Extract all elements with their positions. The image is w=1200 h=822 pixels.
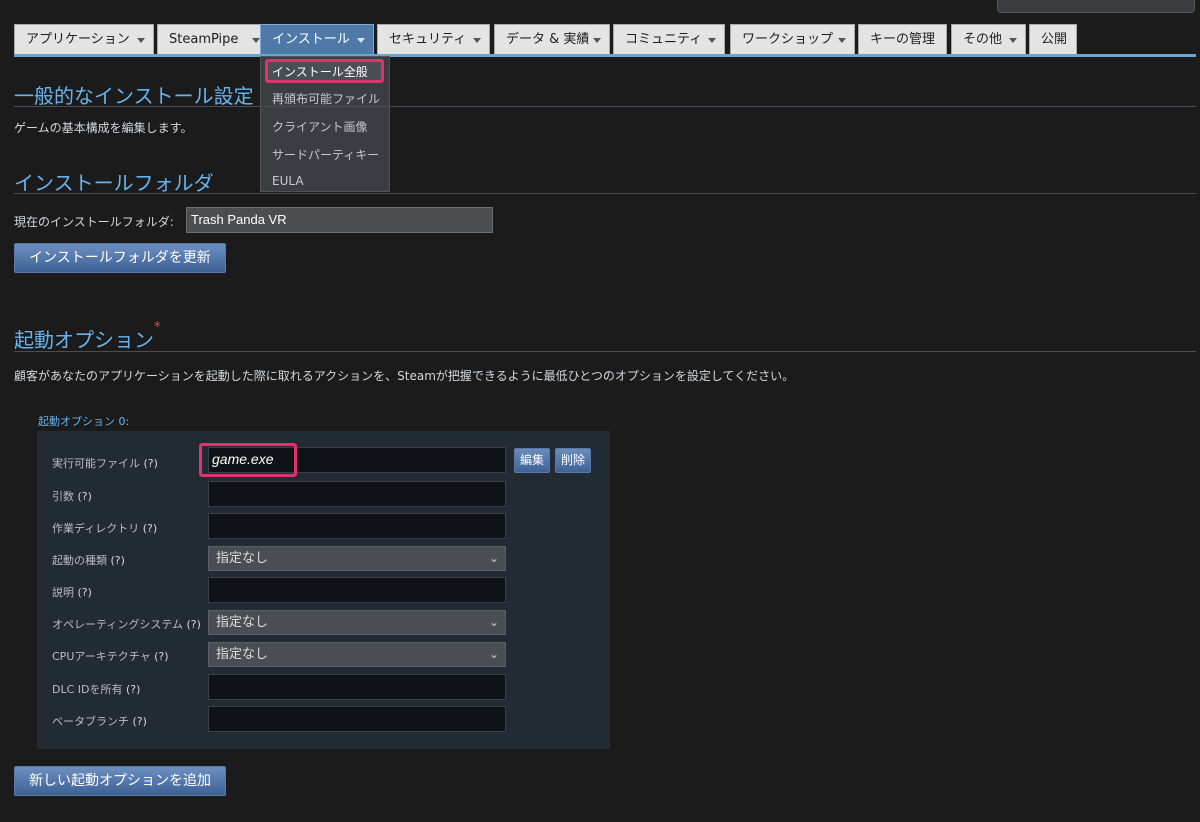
chevron-down-icon: ⌄ <box>488 615 499 629</box>
row-label-text: 引数 <box>52 490 74 503</box>
help-link[interactable]: (?) <box>111 554 125 567</box>
select-value: 指定なし <box>216 551 269 566</box>
menu-item-install-general[interactable]: インストール全般 <box>272 63 368 80</box>
tab-publish[interactable]: 公開 <box>1029 24 1077 54</box>
page-title: 一般的なインストール設定 <box>14 84 254 108</box>
select-value: 指定なし <box>216 615 269 630</box>
menu-item-client-images[interactable]: クライアント画像 <box>272 118 368 135</box>
operating-system-select[interactable]: 指定なし ⌄ <box>208 610 506 635</box>
beta-branch-input[interactable] <box>208 706 506 732</box>
tab-label: セキュリティ <box>389 32 467 47</box>
tab-label: ワークショップ <box>742 32 834 47</box>
current-folder-label: 現在のインストールフォルダ: <box>14 215 174 229</box>
arguments-label: 引数 (?) <box>52 488 92 504</box>
help-link[interactable]: (?) <box>78 490 92 503</box>
tab-steampipe[interactable]: SteamPipe <box>157 24 269 54</box>
delete-button[interactable]: 削除 <box>555 448 592 473</box>
install-folder-input[interactable]: Trash Panda VR <box>186 207 493 233</box>
launch-options-description: 顧客があなたのアプリケーションを起動した際に取れるアクションを、Steamが把握… <box>14 369 795 383</box>
caret-down-icon <box>357 38 365 43</box>
row-label-text: 実行可能ファイル <box>52 457 140 470</box>
operating-system-label: オペレーティングシステム (?) <box>52 616 201 632</box>
cpu-architecture-label: CPUアーキテクチャ (?) <box>52 648 169 664</box>
help-link[interactable]: (?) <box>144 457 158 470</box>
tab-label: コミュニティ <box>625 32 703 47</box>
caret-down-icon <box>252 38 260 43</box>
executable-highlight <box>199 443 297 477</box>
nav-underline <box>14 54 1196 57</box>
tab-label: データ & 実績 <box>506 32 590 47</box>
caret-down-icon <box>708 38 716 43</box>
tab-applications[interactable]: アプリケーション <box>14 24 154 54</box>
row-label-text: ベータブランチ <box>52 715 129 728</box>
select-value: 指定なし <box>216 647 269 662</box>
launch-type-select[interactable]: 指定なし ⌄ <box>208 546 506 571</box>
add-launch-option-button[interactable]: 新しい起動オプションを追加 <box>14 766 226 796</box>
caret-down-icon <box>593 38 601 43</box>
install-folder-heading: インストールフォルダ <box>14 171 214 195</box>
tab-label: その他 <box>963 32 1003 47</box>
menu-item-eula[interactable]: EULA <box>272 174 304 188</box>
tab-label: キーの管理 <box>870 32 936 47</box>
divider <box>14 106 1196 107</box>
row-label-text: 作業ディレクトリ <box>52 522 140 535</box>
install-dropdown-menu: インストール全般 再頒布可能ファイル クライアント画像 サードパーティキー EU… <box>260 56 390 192</box>
working-directory-input[interactable] <box>208 513 506 539</box>
chevron-down-icon: ⌄ <box>488 647 499 661</box>
caret-down-icon <box>137 38 145 43</box>
tab-key-management[interactable]: キーの管理 <box>858 24 947 54</box>
dlc-id-input[interactable] <box>208 674 506 700</box>
edit-button[interactable]: 編集 <box>514 448 551 473</box>
tab-security[interactable]: セキュリティ <box>377 24 490 54</box>
working-directory-label: 作業ディレクトリ (?) <box>52 520 157 536</box>
executable-label: 実行可能ファイル (?) <box>52 455 158 471</box>
main-nav: アプリケーション SteamPipe インストール セキュリティ データ & 実… <box>14 24 1196 54</box>
cpu-architecture-select[interactable]: 指定なし ⌄ <box>208 642 506 667</box>
launch-options-heading: 起動オプション* <box>14 320 161 353</box>
description-input[interactable] <box>208 577 506 603</box>
launch-type-label: 起動の種類 (?) <box>52 552 125 568</box>
tab-label: 公開 <box>1041 32 1068 47</box>
row-label-text: CPUアーキテクチャ <box>52 650 151 663</box>
launch-options-title: 起動オプション <box>14 328 154 352</box>
top-right-search-box[interactable] <box>997 0 1195 13</box>
launch-option-panel: 実行可能ファイル (?) game.exe 編集 削除 引数 (?) 作業ディレ… <box>37 431 610 749</box>
tab-label: アプリケーション <box>26 32 130 47</box>
menu-item-redistributables[interactable]: 再頒布可能ファイル <box>272 90 380 107</box>
menu-item-third-party-keys[interactable]: サードパーティキー <box>272 146 379 163</box>
divider <box>14 351 1196 352</box>
tab-workshop[interactable]: ワークショップ <box>730 24 855 54</box>
arguments-input[interactable] <box>208 481 506 507</box>
row-label-text: 起動の種類 <box>52 554 107 567</box>
row-label-text: 説明 <box>52 586 74 599</box>
tab-install[interactable]: インストール <box>260 24 374 54</box>
row-label-text: オペレーティングシステム <box>52 618 184 631</box>
tab-other[interactable]: その他 <box>951 24 1026 54</box>
caret-down-icon <box>1009 38 1017 43</box>
tab-label: インストール <box>272 32 350 47</box>
tab-community[interactable]: コミュニティ <box>613 24 725 54</box>
launch-option-0-label: 起動オプション 0: <box>38 415 130 428</box>
beta-branch-label: ベータブランチ (?) <box>52 713 147 729</box>
row-label-text: DLC IDを所有 <box>52 683 123 696</box>
description-label: 説明 (?) <box>52 584 92 600</box>
chevron-down-icon: ⌄ <box>488 551 499 565</box>
caret-down-icon <box>838 38 846 43</box>
help-link[interactable]: (?) <box>154 650 168 663</box>
general-description: ゲームの基本構成を編集します。 <box>14 121 193 135</box>
help-link[interactable]: (?) <box>133 715 147 728</box>
update-install-folder-button[interactable]: インストールフォルダを更新 <box>14 243 226 273</box>
caret-down-icon <box>473 38 481 43</box>
help-link[interactable]: (?) <box>143 522 157 535</box>
required-mark: * <box>154 320 161 335</box>
dlc-owned-label: DLC IDを所有 (?) <box>52 681 140 697</box>
help-link[interactable]: (?) <box>126 683 140 696</box>
help-link[interactable]: (?) <box>187 618 201 631</box>
help-link[interactable]: (?) <box>78 586 92 599</box>
divider <box>14 193 1196 194</box>
tab-data-achievements[interactable]: データ & 実績 <box>494 24 610 54</box>
tab-label: SteamPipe <box>169 32 239 47</box>
